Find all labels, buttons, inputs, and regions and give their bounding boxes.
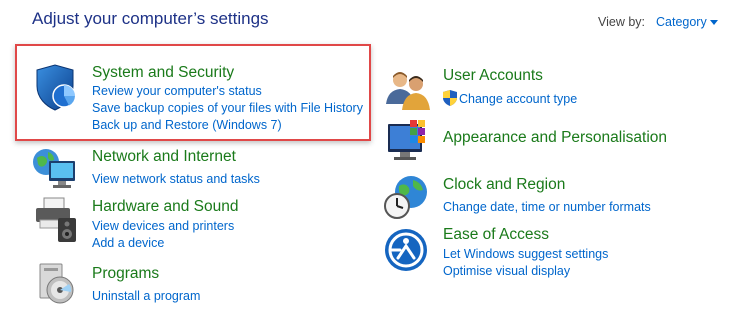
link-add-device[interactable]: Add a device — [92, 235, 164, 251]
link-file-history[interactable]: Save backup copies of your files with Fi… — [92, 100, 363, 116]
printer-speaker-icon[interactable] — [32, 196, 78, 244]
view-by-label: View by: — [598, 15, 646, 29]
category-title-clock-region[interactable]: Clock and Region — [443, 176, 565, 194]
page-title: Adjust your computer’s settings — [32, 9, 269, 28]
network-globe-icon[interactable] — [32, 146, 78, 190]
link-review-status[interactable]: Review your computer's status — [92, 83, 262, 99]
security-shield-icon[interactable] — [33, 64, 79, 112]
users-icon[interactable] — [384, 68, 432, 112]
ease-of-access-icon[interactable] — [384, 228, 430, 274]
category-title-programs[interactable]: Programs — [92, 265, 159, 283]
category-title-system-security[interactable]: System and Security — [92, 64, 234, 82]
programs-disc-icon[interactable] — [36, 262, 76, 306]
monitor-palette-icon[interactable] — [384, 118, 432, 166]
link-optimise-visual-display[interactable]: Optimise visual display — [443, 263, 570, 279]
category-title-user-accounts[interactable]: User Accounts — [443, 67, 543, 85]
category-title-network-internet[interactable]: Network and Internet — [92, 148, 236, 166]
category-title-hardware-sound[interactable]: Hardware and Sound — [92, 198, 239, 216]
link-windows-suggest-settings[interactable]: Let Windows suggest settings — [443, 246, 608, 262]
link-uninstall-program[interactable]: Uninstall a program — [92, 288, 200, 304]
link-date-time-formats[interactable]: Change date, time or number formats — [443, 199, 651, 215]
link-change-account-type[interactable]: Change account type — [459, 91, 577, 107]
category-title-ease-of-access[interactable]: Ease of Access — [443, 226, 549, 244]
link-devices-printers[interactable]: View devices and printers — [92, 218, 234, 234]
chevron-down-icon[interactable] — [710, 20, 718, 25]
uac-shield-icon — [443, 90, 457, 106]
category-title-appearance[interactable]: Appearance and Personalisation — [443, 129, 667, 147]
clock-globe-icon[interactable] — [383, 174, 431, 220]
view-by-dropdown[interactable]: Category — [656, 15, 707, 29]
link-network-status[interactable]: View network status and tasks — [92, 171, 260, 187]
link-backup-restore[interactable]: Back up and Restore (Windows 7) — [92, 117, 282, 133]
